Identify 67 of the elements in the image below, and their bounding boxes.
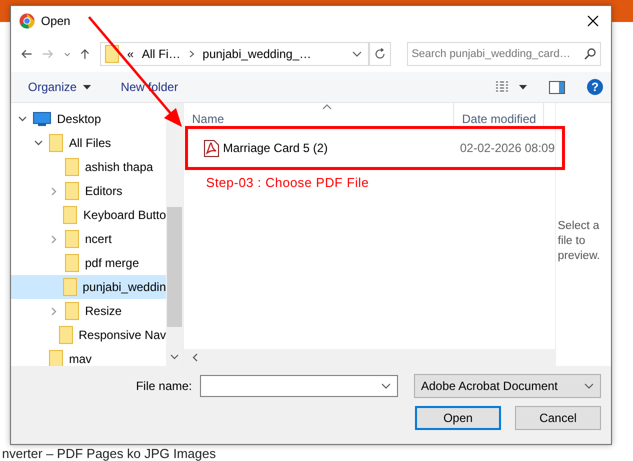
sort-ascending-icon (322, 104, 332, 110)
file-type-dropdown[interactable]: Adobe Acrobat Document (414, 374, 601, 398)
folder-icon (62, 278, 77, 296)
chevron-right-icon[interactable] (188, 50, 195, 58)
scroll-down-icon[interactable] (170, 354, 179, 360)
preview-pane-icon[interactable] (549, 80, 565, 94)
file-name-label: File name: (136, 379, 192, 393)
file-date: 02-02-2026 08:09 (460, 141, 555, 155)
file-name: Marriage Card 5 (2) (223, 141, 328, 155)
folder-tree-item[interactable]: Resize (11, 299, 166, 323)
dropdown-caret-icon[interactable] (519, 84, 527, 90)
help-button[interactable]: ? (587, 79, 603, 95)
up-arrow-icon[interactable] (80, 47, 90, 61)
dropdown-caret-icon (584, 383, 594, 389)
folder-tree-item[interactable]: ncert (11, 227, 166, 251)
folder-icon (65, 302, 79, 320)
organize-menu-button[interactable]: Organize (28, 80, 91, 94)
scrollbar-thumb[interactable] (167, 207, 182, 327)
folder-tree-item[interactable]: Editors (11, 179, 166, 203)
close-icon[interactable] (587, 15, 599, 27)
breadcrumb-item[interactable]: punjabi_wedding_… (202, 47, 312, 61)
recent-caret-icon[interactable] (64, 52, 70, 56)
back-arrow-icon[interactable] (21, 48, 32, 60)
folder-tree-item[interactable]: All Files (11, 131, 166, 155)
dropdown-caret-icon[interactable] (381, 383, 391, 389)
folder-tree-item[interactable]: Desktop (11, 107, 166, 131)
folder-tree-item[interactable]: ashish thapa (11, 155, 166, 179)
preview-message: Select a file to preview. (558, 219, 601, 264)
pdf-file-icon (204, 140, 219, 156)
address-bar[interactable]: « All Fi… punjabi_wedding_… (100, 42, 369, 66)
scroll-left-icon[interactable] (192, 353, 198, 362)
folder-icon (63, 206, 78, 224)
chevron-down-icon[interactable] (18, 116, 26, 122)
open-button[interactable]: Open (415, 406, 501, 430)
search-icon (584, 48, 596, 60)
monitor-icon (33, 112, 51, 126)
folder-tree-item[interactable]: mav (11, 347, 166, 366)
file-name-field[interactable] (200, 375, 398, 397)
caret-icon (82, 84, 91, 90)
refresh-button[interactable] (368, 42, 391, 66)
breadcrumb-overflow[interactable]: « (127, 47, 134, 61)
breadcrumb-item[interactable]: All Fi… (142, 47, 181, 61)
folder-tree-item[interactable]: pdf merge (11, 251, 166, 275)
column-header[interactable]: Name (184, 103, 454, 129)
folder-icon (65, 254, 79, 272)
browser-logo-icon (19, 13, 35, 29)
window-title: Open (41, 14, 70, 28)
folder-icon (65, 158, 79, 176)
folder-icon (49, 134, 63, 152)
refresh-icon (374, 48, 386, 60)
dropdown-caret-icon[interactable] (352, 51, 362, 57)
step-annotation: Step-03 : Choose PDF File (205, 174, 370, 190)
cancel-button[interactable]: Cancel (515, 406, 601, 430)
search-field[interactable]: Search punjabi_wedding_card… (406, 42, 601, 66)
column-header[interactable]: Date modified (454, 103, 544, 129)
folder-tree-item[interactable]: Responsive Nav (11, 323, 166, 347)
folder-tree-item[interactable]: punjabi_weddin (11, 275, 166, 299)
folder-icon (58, 326, 73, 344)
file-row[interactable]: Marriage Card 5 (2) 02-02-2026 08:09 (184, 129, 555, 167)
folder-icon (49, 350, 63, 366)
chevron-down-icon[interactable] (34, 140, 42, 146)
folder-icon (65, 182, 79, 200)
folder-icon (65, 230, 79, 248)
folder-tree-item[interactable]: Keyboard Butto (11, 203, 166, 227)
scrollbar[interactable] (166, 103, 183, 366)
folder-icon (105, 45, 120, 63)
page-heading: nverter – PDF Pages ko JPG Images (1, 446, 217, 461)
